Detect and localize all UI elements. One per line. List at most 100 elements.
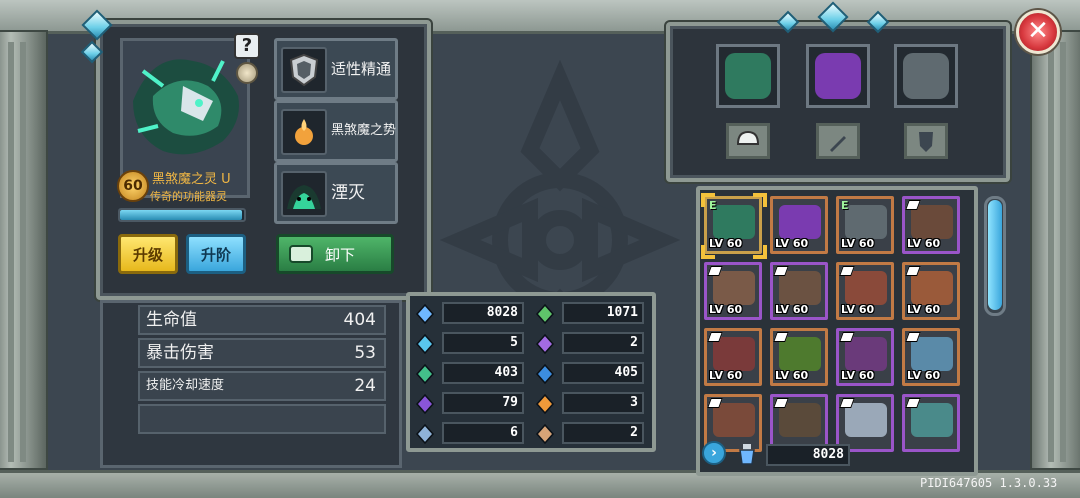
inventory-item[interactable]: LV 60 [770, 262, 828, 320]
blue-crystal-icon [535, 363, 555, 385]
skill-label: 湮灭 [331, 183, 365, 203]
item-art [845, 271, 887, 305]
advance-button[interactable]: 升阶 [186, 234, 246, 274]
unload-button[interactable]: 卸下 [276, 234, 394, 274]
purple-gem-icon [535, 333, 555, 355]
bottle-icon [415, 303, 435, 325]
selection-corner [753, 245, 767, 259]
bottom-resource-count: 8028 [766, 444, 850, 466]
purple-spirit-slot[interactable] [806, 44, 870, 108]
close-button[interactable]: ✕ [1016, 10, 1060, 54]
category-tab[interactable] [904, 123, 948, 159]
item-art [779, 271, 821, 305]
category-tab[interactable] [816, 123, 860, 159]
item-art [911, 271, 953, 305]
stat-value: 24 [354, 376, 376, 396]
skill-slot-1[interactable]: 适性精通 [274, 38, 398, 100]
resource-value: 3 [562, 392, 644, 414]
category-tab[interactable] [726, 123, 770, 159]
inventory-item[interactable]: LV 60 [704, 328, 762, 386]
inventory-item[interactable]: LV 60 [836, 262, 894, 320]
spirit-portrait [725, 53, 771, 99]
shadow-beast-icon [281, 171, 327, 217]
selection-corner [701, 193, 715, 207]
item-art [713, 403, 755, 437]
character-subtitle: 传奇的功能器灵 [150, 190, 227, 203]
inventory-item[interactable]: LV 60 [836, 328, 894, 386]
item-level: LV 60 [775, 237, 809, 250]
inventory-item[interactable]: LV 60 [902, 196, 960, 254]
resource-value: 5 [442, 332, 524, 354]
inventory-item[interactable]: E LV 60 [836, 196, 894, 254]
item-art [911, 337, 953, 371]
resource-cell: 79 [414, 392, 524, 416]
stat-value: 404 [343, 310, 376, 330]
green-spirit-slot[interactable] [716, 44, 780, 108]
skill-slot-2[interactable]: 黑煞魔之势 [274, 100, 398, 162]
item-art [713, 205, 755, 239]
green-leaf-icon [535, 303, 555, 325]
stat-label: 技能冷却速度 [146, 378, 225, 393]
resource-value: 79 [442, 392, 524, 414]
item-level: LV 60 [841, 237, 875, 250]
resource-cell: 6 [414, 422, 524, 446]
item-art [845, 205, 887, 239]
resource-cell: 405 [534, 362, 644, 386]
item-level: LV 60 [775, 303, 809, 316]
item-art [779, 205, 821, 239]
inventory-item[interactable]: LV 60 [770, 328, 828, 386]
spirit-portrait [903, 53, 949, 99]
resource-cell: 2 [534, 332, 644, 356]
left-pillar [0, 30, 48, 470]
experience-fill [120, 210, 242, 220]
character-name: 黑煞魔之灵 U [152, 172, 231, 187]
resource-value: 2 [562, 332, 644, 354]
equipped-tag: E [841, 199, 849, 212]
item-level: LV 60 [709, 369, 743, 382]
resource-value: 405 [562, 362, 644, 384]
resource-value: 6 [442, 422, 524, 444]
green-crystal-icon [415, 363, 435, 385]
help-button[interactable]: ? [234, 33, 260, 59]
resource-value: 8028 [442, 302, 524, 324]
stat-row: 生命值 404 [138, 305, 386, 335]
level-badge: 60 [117, 170, 149, 202]
shield-icon [919, 132, 933, 152]
scroll-thumb[interactable] [988, 200, 1002, 310]
selection-corner [753, 193, 767, 207]
armored-spirit-slot[interactable] [894, 44, 958, 108]
item-art [845, 337, 887, 371]
magnifier-icon [415, 423, 435, 445]
inventory-item[interactable] [902, 394, 960, 452]
next-page-button[interactable]: › [702, 441, 726, 465]
item-art [779, 337, 821, 371]
item-level: LV 60 [841, 303, 875, 316]
status-orb-icon [236, 62, 258, 84]
unload-label: 卸下 [324, 246, 355, 264]
resource-cell: 5 [414, 332, 524, 356]
inventory-item[interactable]: LV 60 [902, 262, 960, 320]
item-art [911, 205, 953, 239]
purple-crystal-icon [415, 393, 435, 415]
skill-slot-3[interactable]: 湮灭 [274, 162, 398, 224]
skill-label: 适性精通 [331, 60, 392, 78]
item-level: LV 60 [907, 369, 941, 382]
spirit-beast-icon [133, 59, 239, 155]
stat-label: 暴击伤害 [146, 343, 214, 363]
stat-row [138, 404, 386, 434]
skill-label: 黑煞魔之势 [331, 123, 397, 138]
inventory-item[interactable]: LV 60 [770, 196, 828, 254]
helmet-icon [736, 130, 760, 145]
stat-row: 暴击伤害 53 [138, 338, 386, 368]
resource-cell: 1071 [534, 302, 644, 326]
upgrade-button[interactable]: 升级 [118, 234, 178, 274]
stat-row: 技能冷却速度 24 [138, 371, 386, 401]
item-level: LV 60 [907, 303, 941, 316]
resource-cell: 403 [414, 362, 524, 386]
inventory-item[interactable]: LV 60 [902, 328, 960, 386]
resource-cell: 3 [534, 392, 644, 416]
item-level: LV 60 [775, 369, 809, 382]
inventory-item[interactable]: LV 60 [704, 262, 762, 320]
item-level: LV 60 [709, 303, 743, 316]
item-level: LV 60 [841, 369, 875, 382]
